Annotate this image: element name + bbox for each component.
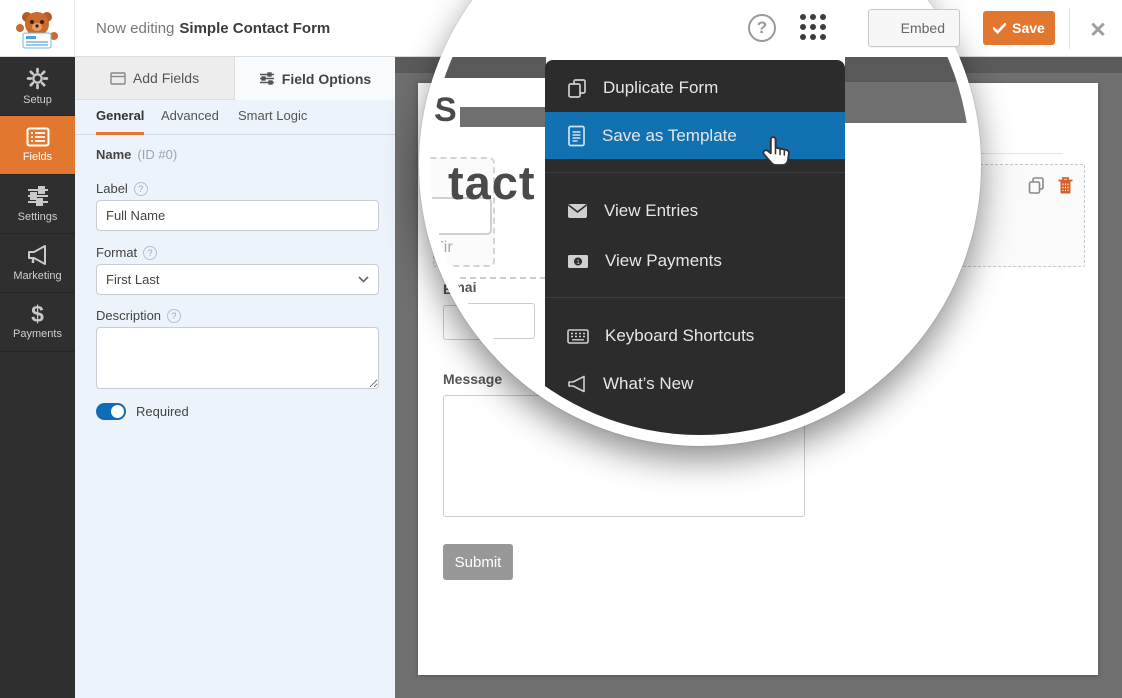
- magnified-gray-band-right: [845, 82, 970, 123]
- description-textarea[interactable]: [96, 327, 379, 389]
- add-fields-tab-icon: [110, 72, 126, 85]
- field-name: Name: [96, 147, 131, 162]
- subtab-advanced[interactable]: Advanced: [161, 108, 219, 123]
- dollar-icon: $: [31, 304, 44, 324]
- envelope-icon: [567, 203, 588, 219]
- field-options-panel: Add Fields Field Options General Advance…: [75, 57, 395, 698]
- svg-text:1: 1: [576, 258, 580, 265]
- hand-cursor-icon: [760, 135, 794, 171]
- editing-form-name: Simple Contact Form: [179, 20, 330, 37]
- help-icon[interactable]: ?: [748, 14, 776, 42]
- panel-tabs: Add Fields Field Options: [75, 57, 395, 100]
- menu-item-save-as-template[interactable]: Save as Template: [545, 112, 845, 159]
- form-actions-menu: Duplicate Form Save as Template View Ent…: [545, 60, 845, 436]
- sidebar-label-fields: Fields: [23, 151, 52, 163]
- now-editing-title: Now editing Simple Contact Form: [96, 0, 330, 57]
- duplicate-field-icon[interactable]: [1027, 176, 1046, 195]
- label-input[interactable]: [96, 200, 379, 231]
- editing-prefix: Now editing: [96, 20, 174, 37]
- magnified-email-input: [443, 303, 535, 339]
- teddy-bear-logo-icon: [15, 8, 59, 50]
- menu-item-keyboard-shortcuts[interactable]: Keyboard Shortcuts: [545, 316, 845, 356]
- sidebar-label-payments: Payments: [13, 328, 62, 340]
- sidebar-item-payments[interactable]: $ Payments: [0, 293, 75, 352]
- builder-sidebar: Setup Fields Settings Marketing $ Paymen…: [0, 57, 75, 698]
- topbar-divider: [1069, 8, 1070, 49]
- sidebar-label-setup: Setup: [23, 94, 52, 106]
- save-button[interactable]: Save: [983, 11, 1055, 45]
- duplicate-icon: [567, 78, 587, 99]
- sidebar-item-settings[interactable]: Settings: [0, 175, 75, 234]
- keyboard-icon: [567, 329, 589, 344]
- option-subtabs: General Advanced Smart Logic: [75, 100, 395, 135]
- magnified-heading-fragment-s: S: [434, 91, 457, 130]
- megaphone-icon: [26, 244, 50, 266]
- embed-button[interactable]: Embed: [868, 9, 960, 47]
- delete-field-icon[interactable]: [1057, 176, 1074, 195]
- chevron-down-icon: [358, 276, 369, 283]
- menu-item-view-payments[interactable]: 1 View Payments: [545, 240, 845, 282]
- sidebar-item-setup[interactable]: Setup: [0, 57, 75, 116]
- magnified-top-strip-left: [430, 57, 546, 78]
- sidebar-label-marketing: Marketing: [13, 270, 61, 282]
- close-button[interactable]: ✕: [1085, 17, 1111, 43]
- field-name-row: Name (ID #0): [96, 147, 177, 162]
- menu-item-view-entries[interactable]: View Entries: [545, 190, 845, 232]
- wpforms-logo: [0, 0, 75, 57]
- format-field-label: Format ?: [96, 245, 157, 260]
- subtab-smart-logic[interactable]: Smart Logic: [238, 108, 307, 123]
- active-subtab-underline: [96, 132, 144, 135]
- tab-add-fields[interactable]: Add Fields: [75, 57, 235, 100]
- menu-item-duplicate-form[interactable]: Duplicate Form: [545, 68, 845, 108]
- sliders-icon: [26, 185, 50, 207]
- submit-button[interactable]: Submit: [443, 544, 513, 580]
- announce-icon: [567, 375, 587, 393]
- description-help-icon[interactable]: ?: [167, 309, 181, 323]
- sidebar-item-fields[interactable]: Fields: [0, 116, 75, 175]
- check-icon: [993, 23, 1006, 34]
- label-field-label: Label ?: [96, 181, 148, 196]
- magnified-gray-band-left: [460, 107, 546, 127]
- magnified-email-label: Emai: [443, 279, 476, 295]
- field-id: (ID #0): [137, 147, 177, 162]
- magnified-top-strip-right: [845, 57, 970, 82]
- fields-icon: [26, 127, 50, 147]
- magnified-first-sublabel: Fir: [434, 239, 453, 257]
- field-options-tab-icon: [259, 72, 275, 85]
- required-toggle[interactable]: [96, 403, 126, 420]
- file-template-icon: [567, 125, 586, 147]
- subtab-general[interactable]: General: [96, 108, 144, 123]
- message-label: Message: [443, 371, 502, 387]
- gear-icon: [26, 67, 49, 90]
- sidebar-item-marketing[interactable]: Marketing: [0, 234, 75, 293]
- toggle-knob: [111, 405, 124, 418]
- menu-grid-icon[interactable]: [800, 14, 830, 44]
- required-label: Required: [136, 404, 189, 419]
- menu-item-whats-new[interactable]: What’s New: [545, 364, 845, 404]
- menu-separator: [545, 172, 845, 173]
- format-help-icon[interactable]: ?: [143, 246, 157, 260]
- label-help-icon[interactable]: ?: [134, 182, 148, 196]
- sidebar-label-settings: Settings: [18, 211, 58, 223]
- tab-field-options[interactable]: Field Options: [235, 57, 395, 100]
- banknote-icon: 1: [567, 254, 589, 269]
- description-field-label: Description ?: [96, 308, 181, 323]
- format-select[interactable]: First Last: [96, 264, 379, 295]
- menu-separator: [545, 297, 845, 298]
- magnified-heading-fragment: tact: [448, 155, 536, 210]
